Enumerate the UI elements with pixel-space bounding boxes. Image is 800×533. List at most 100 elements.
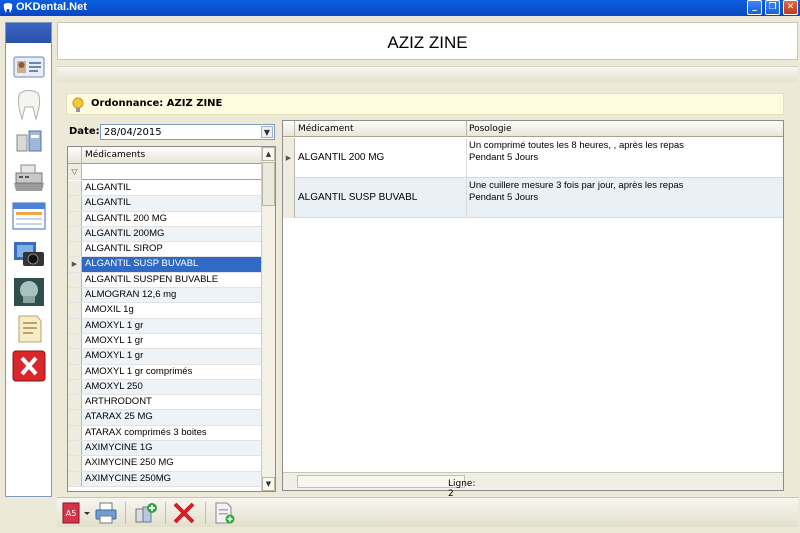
- prescription-row[interactable]: ALGANTIL SUSP BUVABL Une cuillere mesure…: [283, 178, 783, 218]
- dropdown-arrow-icon[interactable]: [83, 501, 91, 525]
- camera-photos-icon[interactable]: [11, 238, 47, 270]
- app-tooth-icon: [3, 3, 13, 13]
- column-separator: [466, 138, 467, 178]
- grid-footer: Ligne: 2: [283, 472, 783, 499]
- row-pointer-icon: ▶: [283, 138, 295, 178]
- list-item-label: ARTHRODONT: [85, 396, 152, 408]
- calendar-window-icon[interactable]: [11, 199, 47, 231]
- list-item[interactable]: ALMOGRAN 12,6 mg: [68, 288, 263, 304]
- print-icon[interactable]: [93, 501, 119, 525]
- scroll-down-icon[interactable]: ▼: [262, 477, 275, 491]
- new-document-icon[interactable]: [211, 501, 237, 525]
- row-indicator: [68, 196, 82, 211]
- list-item[interactable]: AMOXYL 1 gr: [68, 318, 263, 334]
- list-item-label: ALGANTIL 200 MG: [85, 212, 168, 224]
- list-item[interactable]: ALGANTIL 200MG: [68, 226, 263, 243]
- date-value: 28/04/2015: [104, 127, 162, 138]
- prescription-row[interactable]: ▶ ALGANTIL 200 MG Un comprimé toutes les…: [283, 138, 783, 178]
- column-separator: [466, 121, 467, 137]
- medicament-column-header[interactable]: Médicaments: [85, 150, 145, 160]
- list-item-label: ATARAX comprimés 3 boites: [85, 426, 207, 438]
- list-item[interactable]: AXIMYCINE 250 MG: [68, 456, 263, 472]
- toolbar-separator: [205, 502, 206, 524]
- list-item[interactable]: ATARAX 25 MG: [68, 410, 263, 426]
- list-item[interactable]: ATARAX comprimés 3 boites: [68, 425, 263, 442]
- row-indicator: [68, 456, 82, 471]
- list-item[interactable]: AMOXYL 1 gr: [68, 333, 263, 350]
- posologie-header[interactable]: Posologie: [469, 124, 512, 134]
- list-item[interactable]: AXIMYCINE 250MG: [68, 471, 263, 487]
- list-item-label: AMOXIL 1g: [85, 304, 134, 316]
- patient-name: AZIZ ZINE: [387, 33, 468, 52]
- list-item-label: ALGANTIL SIROP: [85, 243, 163, 255]
- list-item-label: ALGANTIL SUSP BUVABL: [85, 258, 199, 270]
- row-count: Ligne: 2: [448, 479, 476, 499]
- prescription-grid[interactable]: Médicament Posologie ▶ ALGANTIL 200 MG U…: [282, 120, 784, 499]
- delete-icon[interactable]: [171, 501, 197, 525]
- chevron-down-icon[interactable]: ▼: [261, 126, 273, 138]
- list-item-label: AMOXYL 1 gr: [85, 350, 144, 362]
- list-item[interactable]: AMOXYL 1 gr comprimés: [68, 364, 263, 380]
- row-indicator: [68, 303, 82, 318]
- row-indicator: [68, 379, 82, 395]
- row-indicator: [68, 349, 82, 364]
- list-item[interactable]: AMOXIL 1g: [68, 303, 263, 319]
- row-indicator: [68, 364, 82, 379]
- list-item-label: ALGANTIL SUSPEN BUVABLE: [85, 273, 219, 285]
- minimize-button[interactable]: _: [747, 0, 762, 15]
- medicament-header[interactable]: Médicament: [298, 124, 354, 134]
- list-item-label: ALGANTIL: [85, 182, 131, 193]
- left-toolbar: [5, 22, 52, 497]
- row-indicator: [68, 410, 82, 425]
- cash-register-icon[interactable]: [11, 161, 47, 193]
- bottom-toolbar: A5: [57, 497, 798, 527]
- list-item[interactable]: AXIMYCINE 1G: [68, 441, 263, 457]
- paper-format-button[interactable]: A5: [61, 501, 83, 525]
- medicament-list-header[interactable]: Médicaments: [68, 147, 263, 164]
- prescription-document-icon[interactable]: [11, 313, 47, 345]
- filter-icon[interactable]: ▽: [68, 164, 82, 180]
- row-indicator: [68, 272, 82, 288]
- format-badge: A5: [66, 509, 77, 518]
- list-item[interactable]: ALGANTIL: [68, 181, 263, 197]
- list-item-label: AMOXYL 1 gr: [85, 319, 144, 331]
- list-item[interactable]: AMOXYL 250: [68, 379, 263, 396]
- row-indicator: [68, 318, 82, 333]
- scroll-thumb[interactable]: [262, 162, 275, 206]
- list-item[interactable]: ALGANTIL 200 MG: [68, 211, 263, 227]
- row-indicator: [68, 181, 82, 196]
- list-item[interactable]: ALGANTIL: [68, 196, 263, 212]
- row-indicator: [68, 288, 82, 303]
- medicament-list[interactable]: Médicaments ▽ ALGANTIL ALGANTIL ALGANTIL 2…: [67, 146, 276, 492]
- row-indicator: [68, 242, 82, 257]
- patient-header: AZIZ ZINE: [57, 22, 798, 60]
- patient-card-icon[interactable]: [11, 51, 47, 83]
- restore-button[interactable]: ❐: [765, 0, 780, 15]
- row-pointer-icon: ▶: [68, 257, 82, 272]
- row-posologie: Une cuillere mesure 3 fois par jour, apr…: [469, 180, 684, 203]
- row-indicator: [68, 211, 82, 226]
- filter-row[interactable]: ▽: [68, 164, 263, 180]
- list-item[interactable]: ARTHRODONT: [68, 395, 263, 411]
- exit-icon[interactable]: [11, 350, 47, 382]
- list-item[interactable]: ALGANTIL SIROP: [68, 242, 263, 258]
- list-item[interactable]: ▶ ALGANTIL SUSP BUVABL: [68, 257, 263, 273]
- medicine-icon[interactable]: [11, 125, 47, 157]
- column-separator: [466, 178, 467, 218]
- toolbar-separator: [165, 502, 166, 524]
- date-label: Date:: [69, 126, 100, 137]
- scroll-up-icon[interactable]: ▲: [262, 147, 275, 161]
- tooth-icon[interactable]: [11, 89, 47, 121]
- list-item-label: AMOXYL 1 gr: [85, 334, 144, 346]
- medicament-rows: ALGANTIL ALGANTIL ALGANTIL 200 MG ALGANTIL …: [68, 181, 263, 487]
- date-picker[interactable]: 28/04/2015 ▼: [100, 124, 275, 140]
- list-item-label: AMOXYL 1 gr comprimés: [85, 365, 193, 377]
- vertical-scrollbar[interactable]: ▲ ▼: [261, 147, 275, 491]
- list-item[interactable]: AMOXYL 1 gr: [68, 349, 263, 365]
- list-item-label: AXIMYCINE 1G: [85, 442, 153, 454]
- row-indicator: [68, 333, 82, 349]
- list-item[interactable]: ALGANTIL SUSPEN BUVABLE: [68, 272, 263, 289]
- close-window-button[interactable]: ✕: [783, 0, 798, 15]
- xray-icon[interactable]: [11, 276, 47, 308]
- add-medication-icon[interactable]: [133, 501, 159, 525]
